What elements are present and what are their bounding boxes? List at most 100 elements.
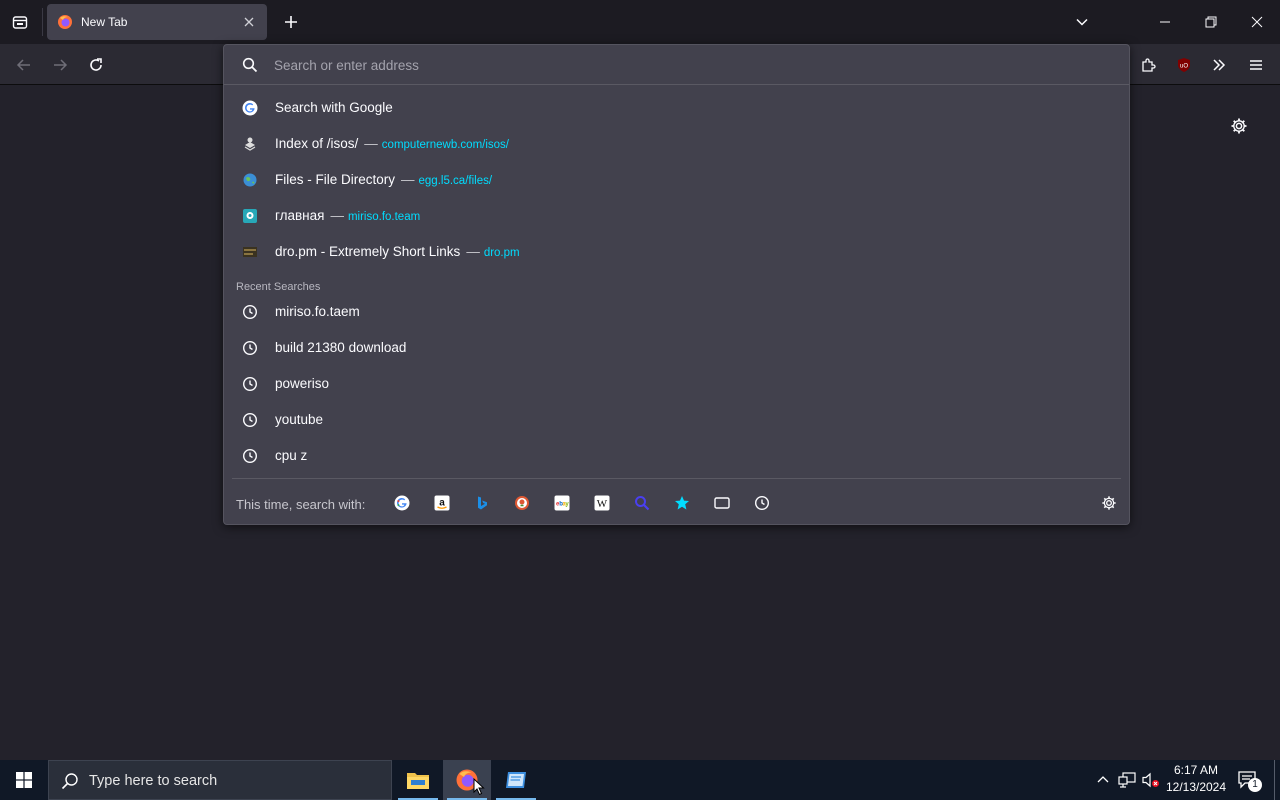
- close-window-button[interactable]: [1234, 6, 1280, 38]
- hamburger-icon: [1250, 60, 1262, 70]
- clock-time: 6:17 AM: [1173, 763, 1219, 777]
- result-row[interactable]: dro.pm - Extremely Short Links — dro.pm: [230, 235, 1123, 269]
- clock-icon: [242, 448, 258, 464]
- ublock-origin-button[interactable]: uO: [1171, 52, 1197, 78]
- tab-new-tab[interactable]: New Tab: [47, 4, 267, 40]
- result-title: Files - File Directory: [275, 172, 396, 187]
- one-off-search-label: This time, search with:: [236, 497, 366, 512]
- urlbar-dropdown: Search with Google Index of /isos/—compu…: [223, 44, 1130, 525]
- clock-date: 12/13/2024: [1165, 780, 1227, 794]
- gear-icon: [1102, 496, 1116, 510]
- clock-icon: [242, 304, 258, 320]
- urlbar: [224, 45, 1129, 85]
- window-app-icon: [506, 772, 526, 788]
- minimize-button[interactable]: [1142, 6, 1188, 38]
- close-icon: [1251, 16, 1263, 28]
- close-tab-icon[interactable]: [241, 14, 257, 30]
- double-chevron-right-icon: [1213, 59, 1226, 71]
- firefox-icon: [58, 15, 72, 29]
- result-separator: —: [466, 244, 480, 259]
- bookmarks-icon[interactable]: [671, 492, 693, 514]
- result-separator: —: [330, 208, 344, 223]
- list-all-tabs-button[interactable]: [1070, 10, 1094, 34]
- ebay-icon[interactable]: ebay: [551, 492, 573, 514]
- recent-searches-heading: Recent Searches: [236, 281, 321, 293]
- recent-search-label: build 21380 download: [275, 340, 407, 355]
- dropm-icon: [242, 244, 258, 260]
- system-clock[interactable]: 6:17 AM 12/13/2024: [1160, 762, 1232, 796]
- speaker-muted-icon: [1142, 772, 1159, 788]
- chevron-down-icon: [1076, 18, 1088, 26]
- globe-dark-icon: [242, 136, 258, 152]
- restore-button[interactable]: [1188, 6, 1234, 38]
- taskbar: 6:17 AM 12/13/2024 1: [0, 760, 1280, 800]
- mouse-cursor-icon: [473, 778, 485, 796]
- arrow-right-icon: [54, 59, 68, 71]
- result-row[interactable]: главная — miriso.fo.team: [230, 199, 1123, 233]
- tab-strip: New Tab: [0, 0, 1280, 44]
- result-title: главная: [275, 208, 325, 223]
- recent-search-item[interactable]: poweriso: [230, 367, 1123, 401]
- network-button[interactable]: [1116, 760, 1138, 800]
- app-menu-button[interactable]: [1243, 52, 1269, 78]
- start-button[interactable]: [0, 760, 48, 800]
- wikipedia-icon[interactable]: W: [591, 492, 613, 514]
- firefox-app[interactable]: [443, 760, 491, 800]
- result-url: egg.l5.ca/files/: [418, 175, 493, 187]
- firefox-view-icon: [12, 16, 28, 29]
- forward-button[interactable]: [47, 52, 73, 78]
- taskbar-search-box[interactable]: [48, 760, 392, 800]
- chevron-up-icon: [1097, 776, 1109, 783]
- clock-icon: [242, 412, 258, 428]
- show-hidden-icons-button[interactable]: [1093, 760, 1113, 800]
- action-center-button[interactable]: 1: [1236, 760, 1262, 800]
- result-url: computernewb.com/isos/: [381, 139, 509, 151]
- site-icon: [242, 208, 258, 224]
- tabs-icon[interactable]: [711, 492, 733, 514]
- plus-icon: [285, 16, 297, 28]
- url-input[interactable]: [274, 53, 1094, 77]
- recent-search-label: youtube: [275, 412, 324, 427]
- gear-icon: [1231, 118, 1247, 134]
- google-icon[interactable]: [391, 492, 413, 514]
- history-icon[interactable]: [751, 492, 773, 514]
- control-panel-app[interactable]: [492, 760, 540, 800]
- recent-search-item[interactable]: build 21380 download: [230, 331, 1123, 365]
- bing-icon[interactable]: [471, 492, 493, 514]
- search-with-google-row[interactable]: Search with Google: [230, 91, 1123, 125]
- recent-search-item[interactable]: cpu z: [230, 439, 1123, 473]
- taskbar-search-input[interactable]: [89, 770, 379, 792]
- new-tab-settings-button[interactable]: [1228, 115, 1250, 137]
- new-tab-button[interactable]: [279, 10, 303, 34]
- recent-search-item[interactable]: youtube: [230, 403, 1123, 437]
- minimize-icon: [1160, 21, 1170, 23]
- recent-search-label: cpu z: [275, 448, 308, 463]
- duckduckgo-icon[interactable]: [511, 492, 533, 514]
- show-desktop-button[interactable]: [1274, 760, 1275, 800]
- search-icon: [242, 57, 258, 73]
- firefox-view-button[interactable]: [8, 10, 32, 34]
- back-button[interactable]: [11, 52, 37, 78]
- volume-button[interactable]: [1140, 760, 1162, 800]
- file-explorer-app[interactable]: [394, 760, 442, 800]
- recent-search-item[interactable]: miriso.fo.taem: [230, 295, 1123, 329]
- amazon-icon[interactable]: a: [431, 492, 453, 514]
- notification-count-badge: 1: [1248, 778, 1262, 792]
- search-icon[interactable]: [631, 492, 653, 514]
- result-separator: —: [364, 136, 378, 151]
- overflow-menu-button[interactable]: [1206, 52, 1232, 78]
- reload-icon: [90, 58, 102, 71]
- arrow-left-icon: [16, 59, 30, 71]
- svg-text:W: W: [597, 498, 608, 510]
- result-row[interactable]: Index of /isos/ — computernewb.com/isos/: [230, 127, 1123, 161]
- search-settings-button[interactable]: [1098, 492, 1120, 514]
- svg-text:uO: uO: [1180, 64, 1188, 70]
- tabstrip-divider: [42, 8, 43, 36]
- windows-logo-icon: [16, 772, 32, 788]
- reload-button[interactable]: [83, 52, 109, 78]
- restore-icon: [1205, 16, 1217, 28]
- footer-divider: [232, 478, 1121, 479]
- result-row[interactable]: Files - File Directory — egg.l5.ca/files/: [230, 163, 1123, 197]
- extensions-button[interactable]: [1135, 52, 1161, 78]
- svg-text:a: a: [439, 498, 445, 509]
